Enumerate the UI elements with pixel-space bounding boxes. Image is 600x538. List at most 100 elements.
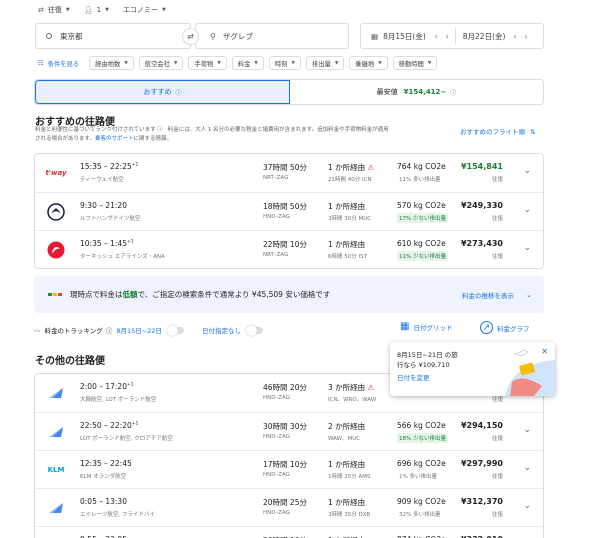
caret-down-icon: ▼ [427, 60, 432, 66]
passenger-count: 1 [96, 6, 102, 14]
filter-chip-airlines[interactable]: 航空会社 ▼ [138, 56, 184, 70]
airline-logo-icon [47, 499, 65, 517]
flight-row[interactable]: 22:50 – 22:20+1 LOT ポーランド航空, クロアチア航空 30時間 … [35, 412, 543, 450]
chip-label: 排出量 [311, 60, 331, 68]
close-icon[interactable]: ✕ [541, 347, 548, 356]
trip-options-bar: ⇄ 往復 ▼ 👤︎ 1 ▼ エコノミー ▼ [38, 4, 180, 16]
filter-chip-bags[interactable]: 手荷物 ▼ [188, 56, 227, 70]
prev-date-icon[interactable]: ‹ [513, 32, 516, 41]
return-date[interactable]: 8月22日(金) [463, 31, 506, 42]
tab-recommended-label: おすすめ [143, 88, 172, 96]
price-history-link[interactable]: 料金の推移を表示 [462, 290, 514, 300]
co2-value: 696 kg CO2e [397, 459, 446, 468]
flight-times: 0:05 – 13:30 [80, 497, 127, 506]
expand-chevron-icon[interactable]: ⌄ [523, 463, 531, 473]
stop-detail: 21時間 40分 ICN [328, 177, 372, 183]
airline-name: ターキッシュ エアラインズ・ANA [80, 254, 165, 260]
sort-by-button[interactable]: おすすめのフライト順 ⇅ [460, 126, 536, 136]
price-graph-label: 料金グラフ [497, 324, 530, 333]
passenger-assistance-link[interactable]: 乗客のサポート [95, 136, 134, 142]
price-type: 往復 [491, 474, 503, 480]
warning-icon: ⚠ [367, 163, 375, 172]
stop-count: 3 か所経由 [328, 383, 366, 392]
insight-prefix: 現時点で料金は [70, 290, 123, 299]
info-icon[interactable]: ⓘ [450, 88, 456, 97]
stop-count: 1 か所経由 [328, 163, 366, 172]
flight-row[interactable]: KLM 12:35 – 22:45 KLM オランダ航空 17時間 10分 HND–ZA… [35, 450, 543, 488]
filter-chip-emissions[interactable]: 排出量 ▼ [305, 56, 345, 70]
caret-down-icon: ▼ [217, 60, 221, 66]
best-flights-note: 料金と利便性に基づいてランク付けされています ⓘ 料金には、大人 1 名分の必要… [35, 126, 455, 144]
flight-row[interactable]: t'way 15:35 – 22:25+1 ティーウェイ航空 37時間 50分 NRT–… [35, 154, 543, 192]
expand-chevron-icon[interactable]: ⌄ [523, 501, 531, 511]
expand-icon[interactable]: ⌄ [526, 291, 532, 299]
info-icon[interactable]: ⓘ [106, 325, 113, 335]
date-field[interactable]: ▦ 8月15日(金) ‹ › 8月22日(金) ‹ › [360, 23, 544, 49]
expand-chevron-icon[interactable]: ⌄ [523, 425, 531, 435]
filter-chip-duration[interactable]: 移動時間 ▼ [392, 56, 438, 70]
change-dates-link[interactable]: 日付を変更 [397, 373, 458, 383]
expand-chevron-icon[interactable]: ⌄ [523, 166, 531, 176]
flight-price: ¥312,370 [460, 497, 503, 506]
passenger-select[interactable]: 👤︎ 1 ▼ [84, 6, 109, 14]
stop-count: 1 か所経由 [328, 460, 366, 469]
divider [454, 28, 456, 44]
all-filters-label: 条件を見る [47, 60, 80, 68]
flight-row[interactable]: 9:30 – 21:20 ルフトハンザドイツ航空 18時間 50分 HND–ZAG 1 … [35, 192, 543, 230]
flight-row[interactable]: 0:05 – 13:30 エミレーツ航空, フライドバイ 20時間 25分 HND–Z… [35, 488, 543, 526]
cabin-select[interactable]: エコノミー ▼ [123, 5, 166, 15]
tracking-dates-toggle[interactable] [166, 324, 184, 336]
caret-down-icon: ▼ [334, 60, 339, 66]
expand-chevron-icon[interactable]: ⌄ [523, 205, 531, 215]
next-date-icon[interactable]: › [524, 32, 527, 41]
destination-field[interactable]: ⚲ ザグレブ [195, 23, 349, 49]
flight-route: HND–ZAG [263, 214, 290, 220]
date-grid-button[interactable]: ▦ 日付グリッド [400, 321, 452, 332]
filter-chip-connecting[interactable]: 乗継地 ▼ [349, 56, 388, 70]
filter-chip-price[interactable]: 料金 ▼ [231, 56, 264, 70]
flight-times: 10:35 – 1:45+1 [80, 239, 134, 248]
all-filters-button[interactable]: ☷ 条件を見る [38, 56, 84, 70]
depart-date[interactable]: 8月15日(金) [383, 31, 426, 42]
trip-type-select[interactable]: ⇄ 往復 ▼ [38, 5, 70, 15]
any-dates-toggle[interactable] [245, 324, 263, 336]
co2-note: 1% 多い排出量 [399, 474, 437, 480]
chip-label: 移動時間 [398, 60, 424, 68]
stop-detail: WAW、MUC [328, 436, 361, 442]
note-fees: 料金には、大人 1 名分の必要な税金と諸費用が含まれます。追加料金や手荷物料金が… [167, 127, 389, 133]
swap-button[interactable]: ⇄ [182, 28, 199, 45]
co2-value: 909 kg CO2e [397, 497, 446, 506]
flight-route: HND–ZAG [263, 395, 290, 401]
price-type: 往復 [491, 512, 503, 518]
airline-name: KLM オランダ航空 [80, 474, 127, 480]
flight-price: ¥154,841 [460, 162, 503, 171]
filter-chip-stops[interactable]: 経由地数 ▼ [89, 56, 134, 70]
warning-icon: ⚠ [367, 383, 375, 392]
airline-name: ルフトハンザドイツ航空 [80, 216, 141, 222]
origin-field[interactable]: 東京都 [35, 23, 191, 49]
tracking-row: 〰 料金のトラッキング ⓘ 8月15日~22日 日付指定なし [34, 323, 263, 337]
co2-value: 764 kg CO2e [397, 162, 446, 171]
price-insight-banner: 現時点で料金は低額で、ご指定の検索条件で通常より ¥45,509 安い価格です … [34, 276, 544, 313]
filter-icon: ☷ [38, 59, 44, 67]
date-suggestion-popup: 8月15日~21日 の旅 行なら ¥109,710 日付を変更 ✕ [390, 342, 555, 396]
stops: 1 か所経由 [328, 497, 365, 508]
flight-row[interactable]: 9:55 – 23:0520時間 10分1 か所経由874 kg CO2e¥33… [35, 526, 543, 538]
time-range: 15:35 – 22:25 [80, 162, 132, 171]
info-icon[interactable]: ⓘ [157, 127, 163, 133]
tab-recommended[interactable]: おすすめ ⓘ [35, 80, 290, 104]
next-date-icon[interactable]: › [446, 32, 449, 41]
flight-row[interactable]: 10:35 – 1:45+1 ターキッシュ エアラインズ・ANA 22時間 10分 N… [35, 230, 543, 268]
flight-duration: 30時間 30分 [263, 422, 307, 431]
day-offset: +1 [126, 382, 134, 388]
prev-date-icon[interactable]: ‹ [435, 32, 438, 41]
expand-chevron-icon[interactable]: ⌄ [523, 243, 531, 253]
filter-chip-times[interactable]: 時刻 ▼ [268, 56, 301, 70]
tab-cheapest[interactable]: 最安値 ¥154,412~ ⓘ [290, 80, 543, 104]
flight-route: HND–ZAG [263, 434, 290, 440]
flight-route: HND–ZAG [263, 510, 290, 516]
grid-icon: ▦ [400, 321, 410, 332]
price-graph-button[interactable]: ↗ 料金グラフ [480, 321, 530, 334]
day-offset: +1 [126, 239, 134, 245]
info-icon[interactable]: ⓘ [175, 88, 181, 97]
